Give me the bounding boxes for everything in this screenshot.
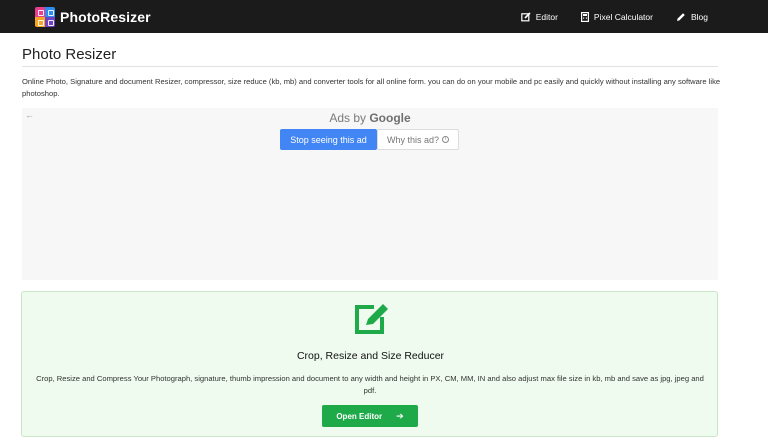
nav-pixel-calculator-label: Pixel Calculator [593, 11, 653, 22]
google-wordmark: Google [369, 111, 411, 125]
ad-container: ← Ads by Google Stop seeing this ad Why … [22, 108, 718, 280]
edit-icon [355, 304, 388, 334]
nav-pixel-calculator-link[interactable]: Pixel Calculator [580, 11, 653, 22]
edit-icon [520, 11, 531, 21]
ad-feedback-buttons: Stop seeing this ad Why this ad? i [280, 129, 459, 150]
open-editor-button[interactable]: Open Editor ➔ [322, 405, 418, 427]
calculator-icon [580, 11, 589, 22]
arrow-right-icon: ➔ [396, 410, 404, 421]
card-description: Crop, Resize and Compress Your Photograp… [36, 374, 704, 395]
info-icon: i [442, 136, 450, 143]
brand-name: PhotoResizer [60, 8, 151, 25]
page-title: Photo Resizer [22, 46, 117, 63]
intro-text: Online Photo, Signature and document Res… [22, 77, 721, 98]
photoresizer-logo-icon [35, 6, 55, 27]
nav-blog-link[interactable]: Blog [676, 12, 708, 22]
nav-blog-label: Blog [690, 11, 708, 22]
card-title: Crop, Resize and Size Reducer [296, 350, 445, 362]
editor-card: Crop, Resize and Size Reducer Crop, Resi… [21, 291, 718, 437]
nav-editor-link[interactable]: Editor [520, 11, 558, 22]
nav-links: Editor Pixel Calculator Blog [498, 0, 708, 33]
ads-by-label: Ads by [329, 111, 366, 125]
brand-link[interactable]: PhotoResizer [35, 6, 151, 27]
stop-seeing-ad-button[interactable]: Stop seeing this ad [280, 129, 377, 150]
nav-editor-label: Editor [535, 11, 558, 22]
open-editor-label: Open Editor [336, 411, 383, 421]
why-this-ad-button[interactable]: Why this ad? i [377, 129, 459, 150]
title-divider [22, 66, 718, 67]
pencil-icon [676, 12, 685, 21]
why-this-ad-label: Why this ad? [386, 134, 440, 145]
top-navbar: PhotoResizer Editor Pixel Calculator Blo… [0, 0, 768, 33]
ads-by-google: Ads by Google [22, 111, 718, 125]
